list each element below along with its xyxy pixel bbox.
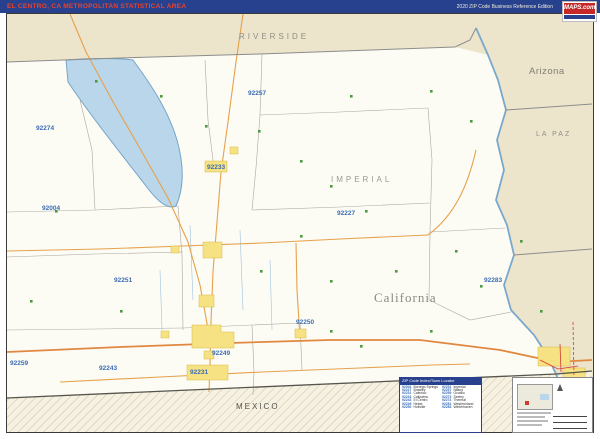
legend-row: 92283Winterhaven (442, 406, 479, 409)
title-bar: EL CENTRO, CA METROPOLITAN STATISTICAL A… (0, 0, 600, 13)
inset-scale-box (512, 377, 593, 433)
zip-label-92004: 92004 (42, 205, 60, 212)
zip-label-92227: 92227 (337, 210, 355, 217)
zip-label-92251: 92251 (114, 277, 132, 284)
inset-caption-bar (517, 412, 551, 414)
region-label-riverside: RIVERSIDE (239, 32, 309, 41)
publisher-logo: MAPS.com (562, 1, 597, 22)
map-title: EL CENTRO, CA METROPOLITAN STATISTICAL A… (7, 3, 186, 10)
scale-bar (553, 416, 587, 417)
inset-caption-bar (517, 420, 548, 422)
zip-label-92257: 92257 (248, 90, 266, 97)
zip-label-92274: 92274 (36, 125, 54, 132)
zip-label-92231: 92231 (190, 369, 208, 376)
map-page: EL CENTRO, CA METROPOLITAN STATISTICAL A… (0, 0, 600, 439)
zip-index-legend: ZIP Code Index/Town Locator 92004Borrego… (399, 377, 482, 433)
legend-entries: 92004Borrego Springs92227Brawley92231Cal… (400, 385, 481, 411)
zip-label-92283: 92283 (484, 277, 502, 284)
inset-caption-bar (517, 424, 542, 426)
inset-caption-bar (517, 416, 545, 418)
locator-water (540, 394, 549, 400)
zip-label-92250: 92250 (296, 319, 314, 326)
zip-label-92243: 92243 (99, 365, 117, 372)
north-arrow-icon (557, 384, 563, 391)
locator-highlight (525, 401, 529, 405)
publisher-logo-text: MAPS.com (564, 3, 595, 14)
us-locator-map (517, 384, 553, 410)
zip-label-92259: 92259 (10, 360, 28, 367)
region-label-california: California (374, 290, 437, 306)
region-label-arizona: Arizona (529, 66, 565, 77)
map-canvas (0, 0, 600, 439)
edition-label: 2020 ZIP Code Business Reference Edition (457, 4, 553, 10)
scale-bar (553, 422, 587, 423)
region-label-mexico: MEXICO (236, 402, 280, 411)
zip-label-92233: 92233 (207, 164, 225, 171)
region-label-la-paz: LA PAZ (536, 131, 571, 138)
legend-row: 92250Holtville (402, 406, 439, 409)
region-label-imperial: IMPERIAL (331, 175, 392, 184)
scale-bar (553, 428, 587, 429)
zip-label-92249: 92249 (212, 350, 230, 357)
publisher-logo-stripe (564, 15, 595, 19)
